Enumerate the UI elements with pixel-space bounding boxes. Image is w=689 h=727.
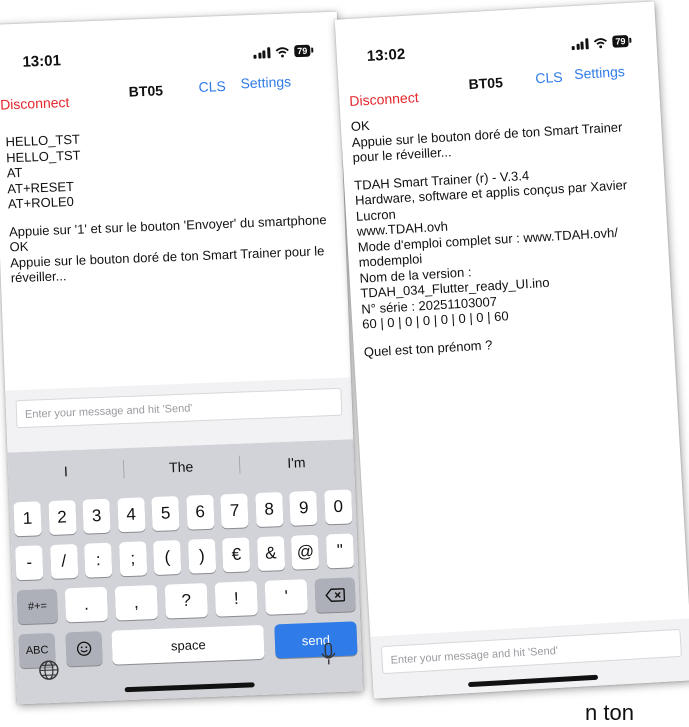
cls-button[interactable]: CLS	[198, 78, 226, 95]
status-bar: 13:01 79	[0, 40, 339, 77]
key[interactable]: €	[222, 537, 251, 573]
keyboard-row-punct: #+= . , ? ! '	[16, 577, 356, 625]
key[interactable]: ;	[118, 541, 147, 577]
system-icons: 79	[253, 44, 311, 59]
system-icons: 79	[572, 34, 629, 50]
clock: 13:02	[366, 45, 406, 65]
phone-screenshot-left: 13:01 79 Disconnect BT05 CLS Settings HE…	[0, 11, 363, 705]
keyboard-row-numbers: 1 2 3 4 5 6 7 8 9 0	[13, 489, 353, 537]
disconnect-button[interactable]: Disconnect	[349, 89, 419, 109]
key[interactable]: .	[64, 586, 109, 623]
suggestion[interactable]: I	[8, 448, 125, 494]
key[interactable]: 5	[151, 496, 180, 532]
battery-icon: 79	[294, 44, 311, 58]
more-symbols-key[interactable]: #+=	[16, 588, 59, 625]
key[interactable]: 9	[289, 490, 318, 526]
settings-button[interactable]: Settings	[574, 63, 625, 82]
emoji-key[interactable]	[65, 631, 103, 667]
log-line: Quel est ton prénom ?	[363, 336, 493, 360]
message-input[interactable]: Enter your message and hit 'Send'	[15, 387, 343, 429]
microphone-icon[interactable]	[319, 642, 338, 667]
message-log: HELLO_TST HELLO_TST AT AT+RESET AT+ROLE0…	[5, 122, 337, 286]
globe-icon[interactable]	[37, 659, 60, 682]
backspace-key[interactable]	[314, 577, 356, 613]
key[interactable]: 0	[324, 489, 353, 525]
keyboard: I The I'm 1 2 3 4 5 6 7 8 9 0 - / : ; ( …	[7, 439, 363, 705]
key[interactable]: -	[15, 545, 44, 581]
suggestion[interactable]: I'm	[238, 439, 355, 485]
backspace-icon	[325, 588, 346, 602]
key[interactable]: 8	[255, 492, 284, 528]
caption-fragment: n ton	[585, 700, 634, 725]
suggestion[interactable]: The	[123, 444, 240, 490]
message-log: OK Appuie sur le bouton doré de ton Smar…	[350, 102, 663, 360]
message-composer: Enter your message and hit 'Send'	[370, 618, 689, 699]
space-key[interactable]: space	[111, 624, 265, 665]
key[interactable]: @	[291, 534, 320, 570]
key[interactable]: )	[187, 538, 217, 574]
key[interactable]: '	[264, 579, 308, 615]
disconnect-button[interactable]: Disconnect	[0, 94, 70, 113]
home-indicator	[124, 682, 255, 693]
keyboard-row-symbols: - / : ; ( ) € & @ "	[15, 533, 355, 581]
device-title: BT05	[468, 74, 504, 93]
key[interactable]: (	[153, 540, 182, 576]
key[interactable]: 1	[13, 501, 42, 537]
cls-button[interactable]: CLS	[535, 69, 563, 87]
phone-screenshot-right: 13:02 79 Disconnect BT05 CLS Settings OK…	[334, 1, 689, 699]
emoji-icon	[76, 641, 91, 656]
message-input[interactable]: Enter your message and hit 'Send'	[380, 628, 682, 675]
key[interactable]: &	[256, 536, 286, 572]
settings-button[interactable]: Settings	[240, 73, 291, 91]
key[interactable]: 2	[47, 500, 77, 536]
key[interactable]: 3	[82, 498, 111, 534]
key[interactable]: "	[325, 533, 355, 569]
key[interactable]: !	[214, 581, 258, 617]
app-bar: Disconnect BT05 CLS Settings	[0, 72, 340, 115]
battery-icon: 79	[612, 34, 629, 48]
keyboard-row-bottom: ABC space send	[18, 621, 358, 669]
key[interactable]: ,	[114, 584, 159, 621]
signal-icon	[253, 46, 271, 59]
key[interactable]: 7	[220, 493, 249, 529]
key[interactable]: ?	[164, 583, 208, 619]
key[interactable]: 6	[186, 494, 215, 530]
clock: 13:01	[22, 52, 62, 71]
key[interactable]: /	[49, 543, 78, 580]
key[interactable]: :	[84, 542, 113, 578]
send-key[interactable]: send	[274, 621, 358, 659]
signal-icon	[572, 37, 589, 50]
device-title: BT05	[128, 82, 164, 100]
wifi-icon	[275, 46, 289, 57]
key[interactable]: 4	[116, 497, 146, 533]
home-indicator	[468, 674, 599, 688]
wifi-icon	[593, 37, 607, 48]
